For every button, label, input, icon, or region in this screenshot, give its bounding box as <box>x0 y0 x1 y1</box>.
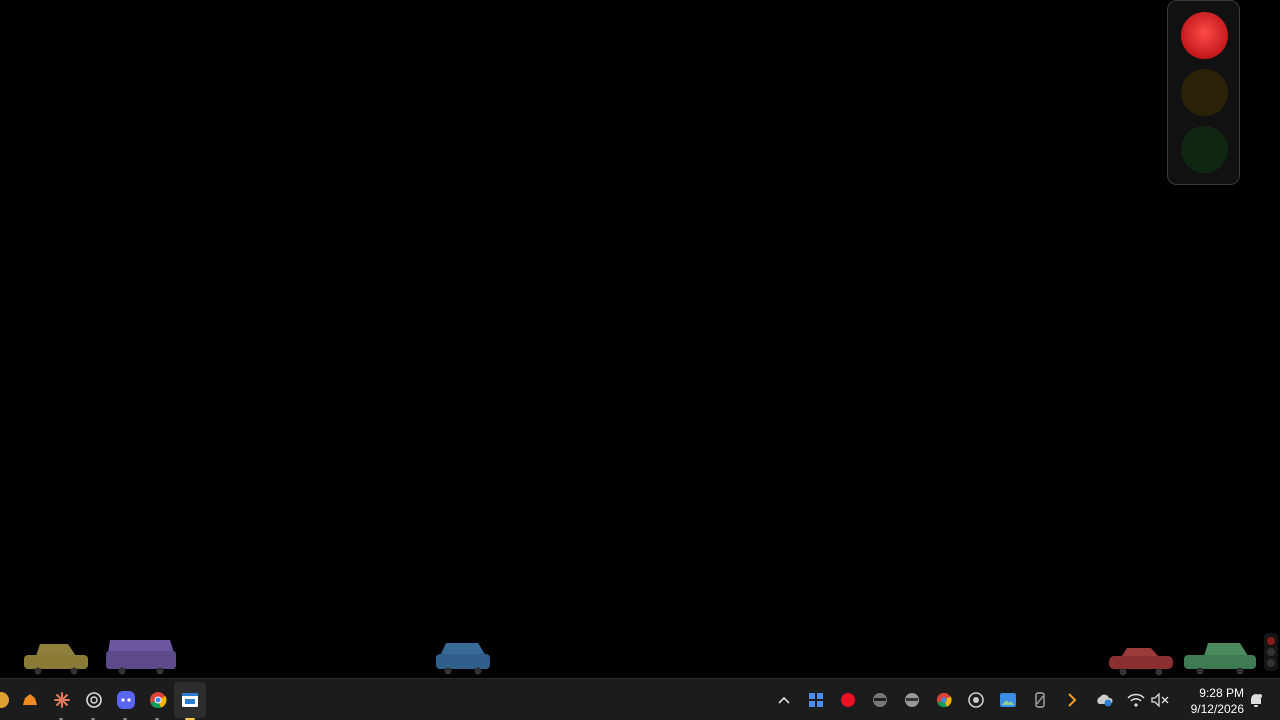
orange-app-icon[interactable] <box>0 689 12 711</box>
volume-muted-icon[interactable] <box>1150 689 1170 711</box>
claude-icon[interactable] <box>51 689 73 711</box>
car-olive <box>24 644 88 675</box>
notification-bell-icon[interactable] <box>1246 689 1266 711</box>
record-icon[interactable] <box>838 689 858 711</box>
red-light <box>1181 12 1228 59</box>
desktop <box>0 0 1280 678</box>
chevron-up-icon[interactable] <box>774 689 794 711</box>
chatgpt-icon[interactable] <box>83 689 105 711</box>
traffic-app-icon[interactable] <box>179 689 201 711</box>
car-green <box>1184 643 1256 675</box>
chrome-tray-icon[interactable] <box>934 689 954 711</box>
green-light <box>1181 126 1228 173</box>
wifi-icon[interactable] <box>1126 689 1146 711</box>
chrome-icon[interactable] <box>147 689 169 711</box>
ninja-icon[interactable] <box>870 689 890 711</box>
ninja-alt-icon[interactable] <box>902 689 922 711</box>
yellow-light <box>1181 69 1228 116</box>
onedrive-icon[interactable] <box>1094 689 1114 711</box>
launcher-app-icon[interactable] <box>19 689 41 711</box>
car-red <box>1109 648 1173 676</box>
traffic-light <box>1167 0 1240 185</box>
discord-icon[interactable] <box>115 689 137 711</box>
car-blue <box>436 643 490 675</box>
mini-traffic-light-icon <box>1264 633 1278 671</box>
clock[interactable]: 9:28 PM 9/12/2026 <box>1176 685 1244 717</box>
clock-date: 9/12/2026 <box>1190 702 1244 716</box>
clock-time: 9:28 PM <box>1199 686 1244 700</box>
taskbar: 9:28 PM 9/12/2026 <box>0 678 1280 720</box>
usb-icon[interactable] <box>1030 689 1050 711</box>
grid-app-icon[interactable] <box>806 689 826 711</box>
arrow-right-icon[interactable] <box>1062 689 1082 711</box>
photos-icon[interactable] <box>998 689 1018 711</box>
car-purple <box>106 640 176 675</box>
obs-icon[interactable] <box>966 689 986 711</box>
